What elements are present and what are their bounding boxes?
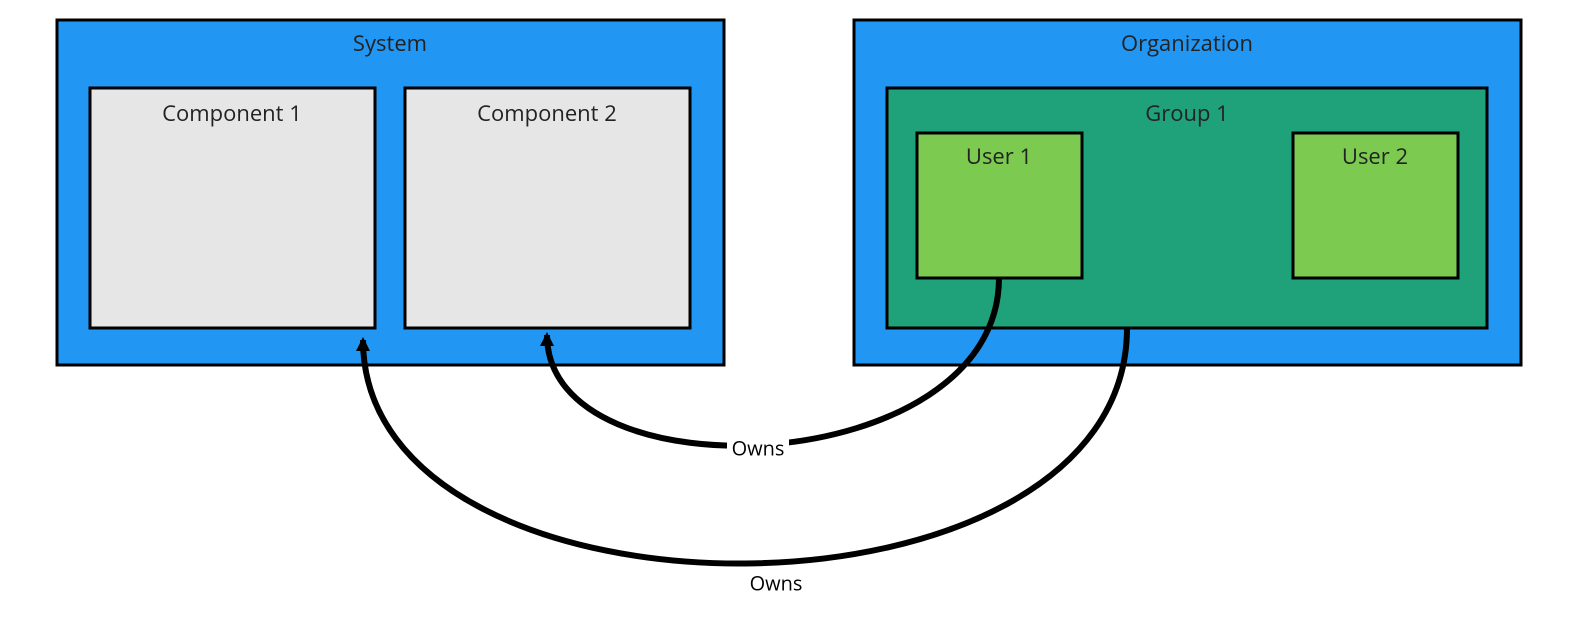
node-component2-label: Component 2 — [477, 98, 617, 128]
node-user1: User 1 — [917, 133, 1082, 278]
edge-owns-user1-comp2-label: Owns — [732, 434, 785, 461]
node-component2: Component 2 — [405, 88, 690, 328]
node-user1-label: User 1 — [966, 141, 1032, 171]
node-component1-label: Component 1 — [162, 98, 302, 128]
node-system-label: System — [353, 28, 427, 58]
diagram-canvas: System Component 1 Component 2 Organizat… — [0, 0, 1593, 627]
node-organization-label: Organization — [1121, 28, 1253, 58]
node-user2-label: User 2 — [1342, 141, 1408, 171]
edge-owns-group1-comp1-label: Owns — [750, 569, 803, 596]
node-group1-label: Group 1 — [1145, 98, 1228, 128]
node-component1: Component 1 — [90, 88, 375, 328]
node-user2: User 2 — [1293, 133, 1458, 278]
